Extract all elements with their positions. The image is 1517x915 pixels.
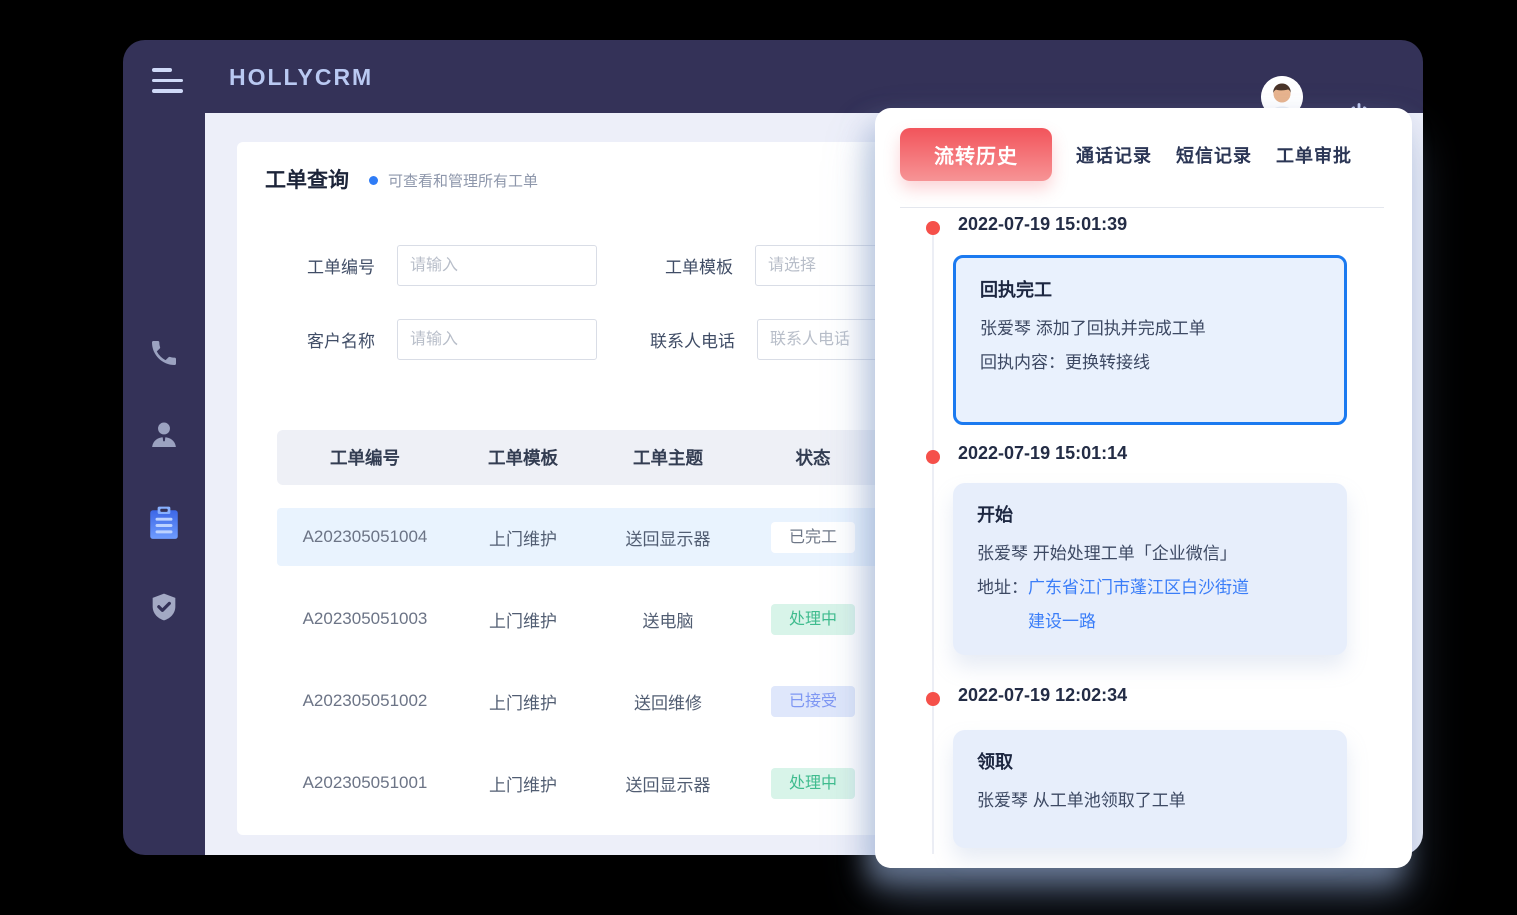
tabs-divider xyxy=(900,207,1384,208)
column-header: 状态 xyxy=(796,445,831,470)
page-subtitle: 可查看和管理所有工单 xyxy=(388,170,538,191)
filter-customer-name: 客户名称 xyxy=(283,319,597,360)
timeline-card-text: 张爱琴 从工单池领取了工单 xyxy=(977,784,1323,818)
status-badge: 处理中 xyxy=(771,604,855,635)
customer-name-input[interactable] xyxy=(397,319,597,360)
page-title: 工单查询 xyxy=(265,164,349,194)
timeline-dot xyxy=(926,221,940,235)
status-badge: 已完工 xyxy=(771,522,855,553)
subtitle-dot-icon xyxy=(369,176,378,185)
sidebar-item-workorders-active[interactable] xyxy=(140,499,188,547)
filter-label: 工单编号 xyxy=(283,253,375,278)
timeline-dot xyxy=(926,450,940,464)
cell-workorder-id: A202305051002 xyxy=(303,691,428,711)
tab-workorder-approval[interactable]: 工单审批 xyxy=(1276,142,1352,168)
sidebar-item-security[interactable] xyxy=(140,583,188,631)
cell-template: 上门维护 xyxy=(489,607,557,632)
sidebar-item-customers[interactable] xyxy=(140,411,188,459)
menu-icon[interactable] xyxy=(152,68,186,94)
workorder-detail-panel: 流转历史 通话记录 短信记录 工单审批 2022-07-19 15:01:39 … xyxy=(875,108,1412,868)
cell-subject: 送电脑 xyxy=(643,607,694,632)
tab-transfer-history[interactable]: 流转历史 xyxy=(900,128,1052,181)
timeline-card-text: 张爱琴 添加了回执并完成工单 xyxy=(980,312,1320,346)
timeline-card-title: 领取 xyxy=(977,748,1323,774)
column-header: 工单编号 xyxy=(330,445,400,470)
cell-template: 上门维护 xyxy=(489,689,557,714)
cell-workorder-id: A202305051003 xyxy=(303,609,428,629)
timeline-card-text: 张爱琴 开始处理工单「企业微信」 xyxy=(977,537,1323,571)
page-header: 工单查询 可查看和管理所有工单 xyxy=(265,164,538,194)
cell-subject: 送回维修 xyxy=(634,689,702,714)
status-badge: 处理中 xyxy=(771,768,855,799)
filter-label: 工单模板 xyxy=(645,253,733,278)
cell-subject: 送回显示器 xyxy=(626,771,711,796)
app-logo: HOLLYCRM xyxy=(229,64,373,91)
tab-call-records[interactable]: 通话记录 xyxy=(1076,142,1152,168)
cell-template: 上门维护 xyxy=(489,525,557,550)
person-icon xyxy=(147,418,181,452)
filter-label: 客户名称 xyxy=(283,327,375,352)
timeline-card-text: 回执内容：更换转接线 xyxy=(980,346,1320,380)
tab-sms-records[interactable]: 短信记录 xyxy=(1176,142,1252,168)
cell-subject: 送回显示器 xyxy=(626,525,711,550)
timeline-line xyxy=(932,228,934,854)
timeline-timestamp: 2022-07-19 15:01:14 xyxy=(958,443,1127,464)
filter-workorder-id: 工单编号 xyxy=(283,245,597,286)
timeline-timestamp: 2022-07-19 15:01:39 xyxy=(958,214,1127,235)
workorder-id-input[interactable] xyxy=(397,245,597,286)
timeline-card-claim[interactable]: 领取 张爱琴 从工单池领取了工单 xyxy=(953,730,1347,848)
clipboard-icon xyxy=(147,505,181,541)
sidebar xyxy=(123,113,205,855)
column-header: 工单模板 xyxy=(488,445,558,470)
cell-template: 上门维护 xyxy=(489,771,557,796)
address-link[interactable]: 广东省江门市蓬江区白沙街道建设一路 xyxy=(1028,571,1256,639)
timeline-card-address: 地址：广东省江门市蓬江区白沙街道建设一路 xyxy=(977,571,1323,639)
cell-workorder-id: A202305051001 xyxy=(303,773,428,793)
column-header: 工单主题 xyxy=(633,445,703,470)
phone-icon xyxy=(148,337,180,369)
timeline-card-title: 开始 xyxy=(977,501,1323,527)
timeline-timestamp: 2022-07-19 12:02:34 xyxy=(958,685,1127,706)
timeline-dot xyxy=(926,692,940,706)
timeline-card-start[interactable]: 开始 张爱琴 开始处理工单「企业微信」 地址：广东省江门市蓬江区白沙街道建设一路 xyxy=(953,483,1347,655)
address-label: 地址： xyxy=(977,578,1028,597)
timeline-card-title: 回执完工 xyxy=(980,276,1320,302)
cell-workorder-id: A202305051004 xyxy=(303,527,428,547)
filter-label: 联系人电话 xyxy=(625,327,735,352)
shield-check-icon xyxy=(148,591,180,623)
screen: HOLLYCRM xyxy=(0,0,1517,915)
topbar: HOLLYCRM xyxy=(123,40,1423,113)
detail-tabs: 流转历史 通话记录 短信记录 工单审批 xyxy=(900,128,1352,181)
status-badge: 已接受 xyxy=(771,686,855,717)
sidebar-item-calls[interactable] xyxy=(140,329,188,377)
timeline-card-receipt-complete[interactable]: 回执完工 张爱琴 添加了回执并完成工单 回执内容：更换转接线 xyxy=(953,255,1347,425)
